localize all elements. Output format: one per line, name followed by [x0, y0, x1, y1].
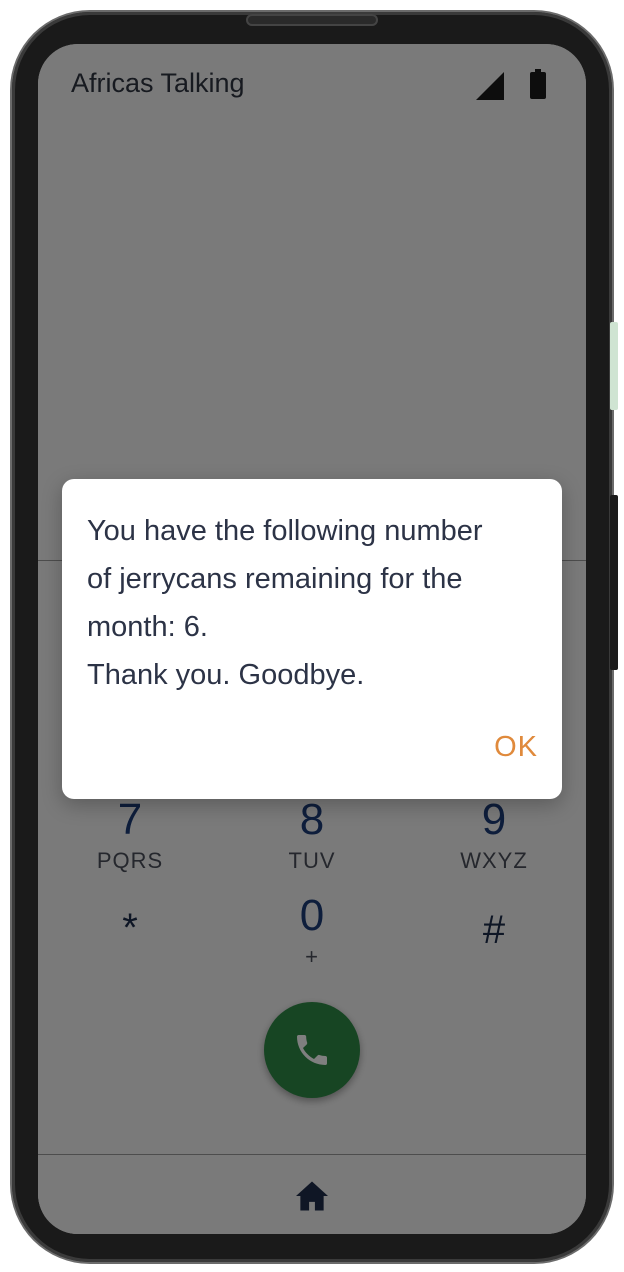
key-digit: 0 — [299, 891, 325, 940]
phone-icon — [297, 1035, 327, 1065]
key-letters: WXYZ — [460, 848, 528, 873]
key-0[interactable]: 0 + — [242, 892, 382, 970]
key-9[interactable]: 9 WXYZ — [424, 796, 564, 874]
message-dialog: You have the following number of jerryca… — [62, 479, 562, 799]
key-hash[interactable]: # — [424, 906, 564, 954]
key-7[interactable]: 7 PQRS — [60, 796, 200, 874]
signal-icon — [476, 72, 504, 100]
key-letters: TUV — [288, 848, 336, 873]
status-bar: Africas Talking — [38, 44, 586, 124]
call-button[interactable] — [264, 1002, 360, 1098]
bottom-nav-divider — [38, 1154, 586, 1155]
key-digit: 9 — [481, 795, 507, 844]
key-digit: * — [122, 906, 138, 950]
key-letters: PQRS — [96, 848, 164, 873]
key-star[interactable]: * — [60, 904, 200, 952]
side-button-accent — [610, 322, 618, 410]
key-digit: 7 — [117, 795, 143, 844]
power-button — [610, 495, 618, 670]
app-title: Africas Talking — [71, 68, 245, 98]
earpiece-speaker — [246, 14, 378, 26]
dialog-message: You have the following number of jerryca… — [87, 515, 483, 691]
key-letters: + — [305, 944, 319, 969]
key-8[interactable]: 8 TUV — [242, 796, 382, 874]
key-digit: 8 — [299, 795, 325, 844]
home-icon[interactable] — [294, 1180, 330, 1212]
battery-icon — [530, 69, 546, 99]
ok-button[interactable]: OK — [494, 731, 538, 764]
key-digit: # — [482, 908, 506, 952]
